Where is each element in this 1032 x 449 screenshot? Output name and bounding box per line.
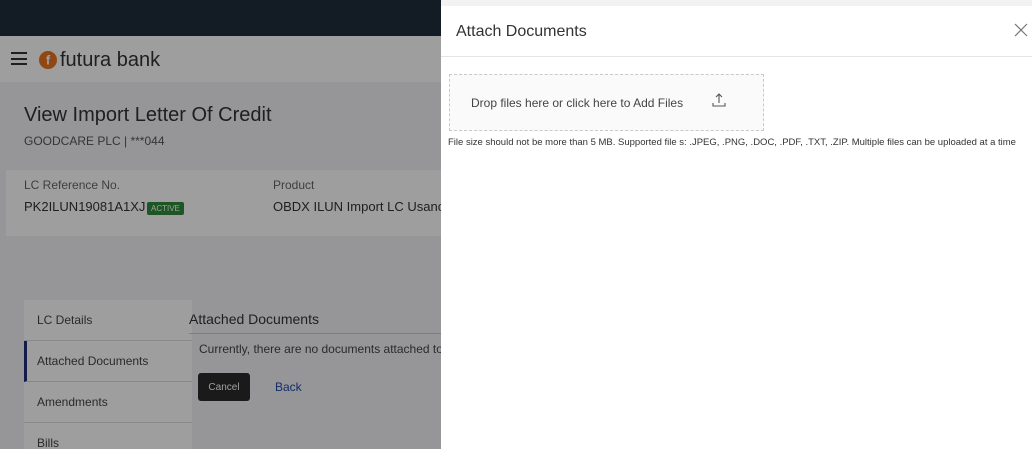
attach-documents-panel: Attach Documents Drop files here or clic… [441,0,1032,449]
file-size-help-text: File size should not be more than 5 MB. … [448,137,1016,148]
dropzone-text: Drop files here or click here to Add Fil… [471,96,684,110]
upload-icon [712,93,726,107]
modal-overlay[interactable] [0,0,441,449]
panel-title: Attach Documents [456,23,587,40]
close-icon[interactable] [1014,23,1028,37]
file-dropzone[interactable]: Drop files here or click here to Add Fil… [449,74,764,131]
panel-divider [441,56,1032,57]
